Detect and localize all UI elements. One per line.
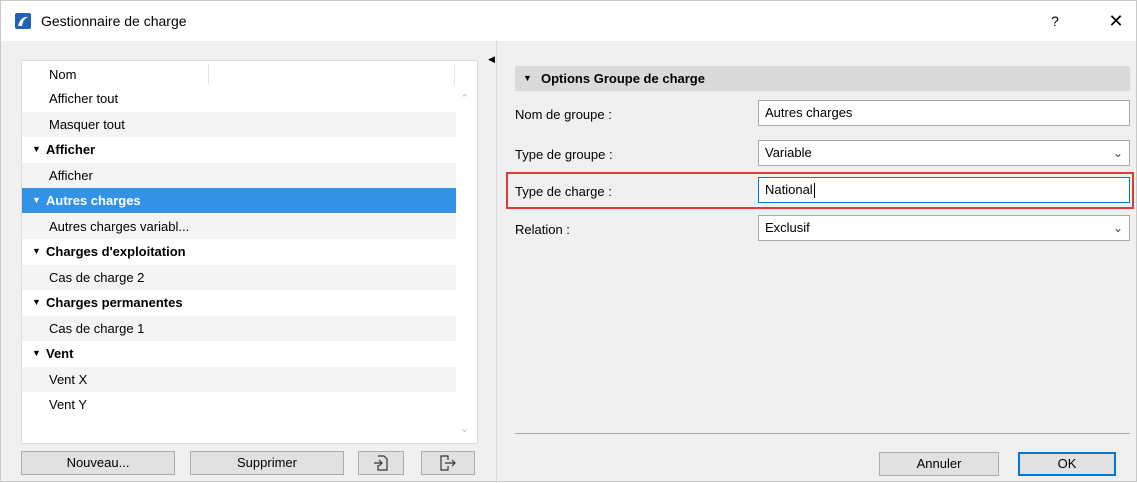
list-group-row[interactable]: ▼ Charges d'exploitation xyxy=(22,239,456,264)
list-item-label: Vent Y xyxy=(49,397,88,412)
relation-value: Exclusif xyxy=(765,220,810,235)
load-manager-dialog: Gestionnaire de charge ? ✕ Nom Afficher … xyxy=(0,0,1137,483)
list-item-label: Vent X xyxy=(49,371,88,387)
list-item[interactable]: Autres charges variabl... xyxy=(22,213,456,239)
section-title: Options Groupe de charge xyxy=(541,71,705,86)
list-item-label: Cas de charge 1 xyxy=(49,320,145,336)
list-item-label: Charges permanentes xyxy=(46,295,183,310)
load-type-label: Type de charge : xyxy=(515,184,612,199)
load-group-list[interactable]: Nom Afficher tout Masquer tout ▼ Afficher Af… xyxy=(21,60,478,444)
list-item-label: Masquer tout xyxy=(49,116,125,132)
list-item-label: Afficher xyxy=(46,142,96,157)
list-item[interactable]: Afficher tout xyxy=(22,86,456,111)
export-icon xyxy=(438,455,458,475)
list-group-row[interactable]: ▼ Autres charges xyxy=(22,188,456,213)
list-group-row[interactable]: ▼ Charges permanentes xyxy=(22,290,456,315)
expand-triangle-icon[interactable]: ▼ xyxy=(32,137,46,162)
list-item-label: Autres charges xyxy=(46,193,141,208)
group-type-value: Variable xyxy=(765,145,812,160)
load-type-value: National xyxy=(765,182,813,197)
chevron-down-icon: ⌄ xyxy=(1112,221,1123,235)
expand-triangle-icon: ▼ xyxy=(523,73,532,83)
group-name-field[interactable]: Autres charges xyxy=(758,100,1130,126)
help-button[interactable]: ? xyxy=(1041,9,1069,33)
list-item[interactable]: Masquer tout xyxy=(22,111,456,137)
list-group-row[interactable]: ▼ Afficher xyxy=(22,137,456,162)
group-type-label: Type de groupe : xyxy=(515,147,613,162)
group-type-select[interactable]: Variable ⌄ xyxy=(758,140,1130,166)
column-header-nom[interactable]: Nom xyxy=(49,67,76,82)
expand-triangle-icon[interactable]: ▼ xyxy=(32,188,46,213)
archicad-app-icon xyxy=(15,13,31,29)
column-divider xyxy=(208,64,209,84)
list-item-label: Afficher xyxy=(49,167,93,183)
group-name-label: Nom de groupe : xyxy=(515,107,612,122)
import-button[interactable] xyxy=(358,451,404,475)
import-icon xyxy=(372,455,390,475)
chevron-down-icon: ⌄ xyxy=(1112,146,1123,160)
list-item-label: Cas de charge 2 xyxy=(49,269,145,285)
list-item[interactable]: Cas de charge 2 xyxy=(22,264,456,290)
ok-button[interactable]: OK xyxy=(1018,452,1116,476)
expand-triangle-icon[interactable]: ▼ xyxy=(32,341,46,366)
list-item[interactable]: Cas de charge 1 xyxy=(22,315,456,341)
cancel-button[interactable]: Annuler xyxy=(879,452,999,476)
collapse-panel-icon[interactable]: ◀ xyxy=(488,54,495,65)
list-item[interactable]: Vent Y xyxy=(22,392,456,417)
close-button[interactable]: ✕ xyxy=(1099,7,1133,35)
text-cursor xyxy=(813,183,815,199)
list-item-label: Afficher tout xyxy=(49,91,119,106)
title-bar: Gestionnaire de charge ? ✕ xyxy=(1,1,1136,41)
list-item[interactable]: Vent X xyxy=(22,366,456,392)
list-item-label: Vent xyxy=(46,346,74,361)
load-type-field[interactable]: National xyxy=(758,177,1130,203)
window-title: Gestionnaire de charge xyxy=(41,13,187,29)
column-divider xyxy=(454,64,455,84)
relation-select[interactable]: Exclusif ⌄ xyxy=(758,215,1130,241)
relation-label: Relation : xyxy=(515,222,570,237)
list-header: Nom xyxy=(22,61,455,86)
options-section-header[interactable]: ▼ Options Groupe de charge xyxy=(515,66,1130,91)
expand-triangle-icon[interactable]: ▼ xyxy=(32,239,46,264)
scroll-up-icon[interactable]: ⌃ xyxy=(460,92,469,105)
delete-button[interactable]: Supprimer xyxy=(190,451,344,475)
panel-splitter[interactable] xyxy=(496,41,497,483)
list-item-label: Charges d'exploitation xyxy=(46,244,186,259)
divider xyxy=(515,433,1130,434)
list-item[interactable]: Afficher xyxy=(22,162,456,188)
scroll-down-icon[interactable]: ⌄ xyxy=(460,422,469,435)
new-button[interactable]: Nouveau... xyxy=(21,451,175,475)
export-button[interactable] xyxy=(421,451,475,475)
expand-triangle-icon[interactable]: ▼ xyxy=(32,290,46,315)
list-scrollbar[interactable]: ⌃ ⌄ xyxy=(456,86,476,441)
list-item-label: Autres charges variabl... xyxy=(49,218,190,234)
list-group-row[interactable]: ▼ Vent xyxy=(22,341,456,366)
